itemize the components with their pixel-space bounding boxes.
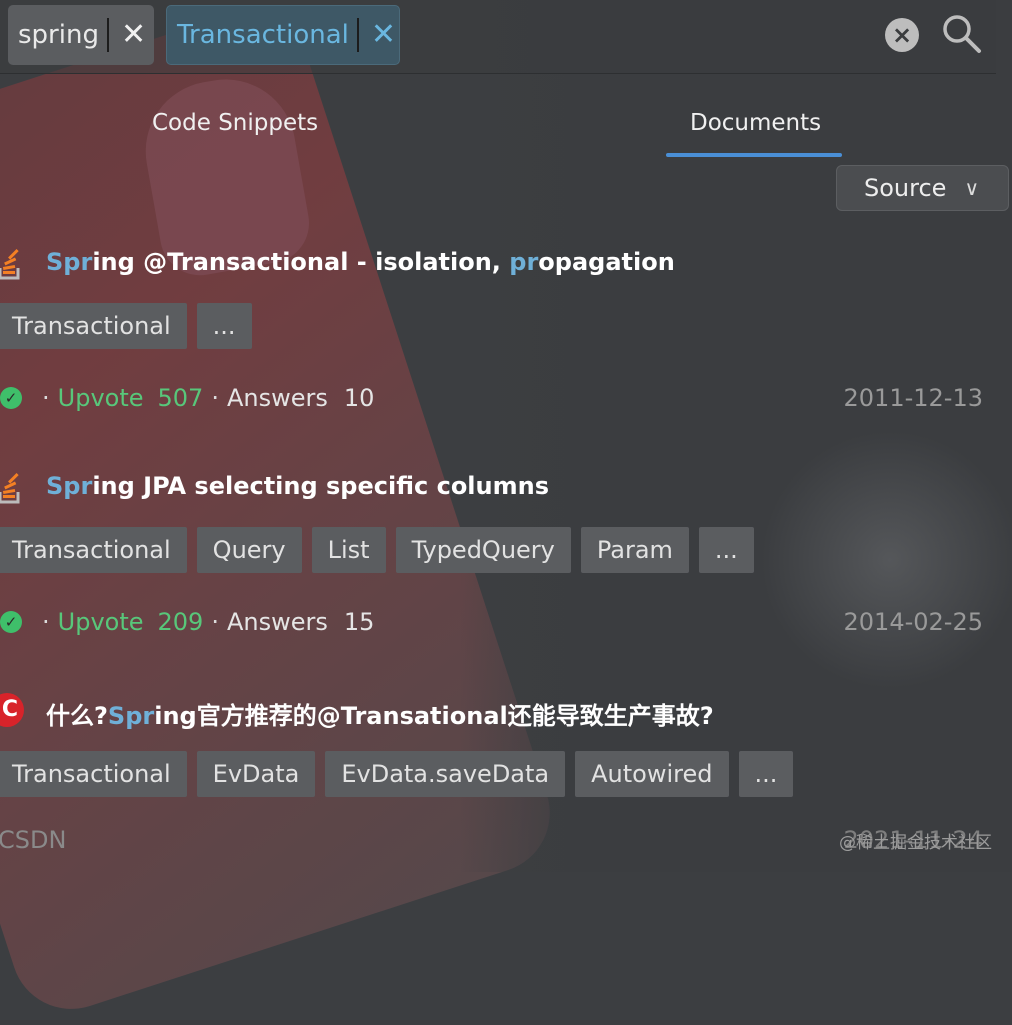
close-icon[interactable]: ✕ xyxy=(371,20,396,50)
title-text: ing官方推荐的@Transational还能导致生产事故? xyxy=(154,702,714,730)
tag-list: Transactional Query List TypedQuery Para… xyxy=(0,527,754,573)
answers-count: 15 xyxy=(343,608,375,636)
upvote-label: Upvote xyxy=(57,608,144,636)
tag[interactable]: List xyxy=(311,527,386,573)
upvote-label: Upvote xyxy=(57,384,144,412)
tag[interactable]: Query xyxy=(196,527,302,573)
close-icon[interactable]: ✕ xyxy=(121,20,146,50)
background-wallpaper xyxy=(0,0,566,1025)
tab-documents[interactable]: Documents xyxy=(690,110,821,136)
separator: · xyxy=(211,608,219,636)
tag[interactable]: Param xyxy=(580,527,689,573)
tag[interactable]: Autowired xyxy=(575,751,729,797)
tag[interactable]: Transactional xyxy=(0,751,187,797)
text-caret xyxy=(356,18,359,52)
tag-more[interactable]: ... xyxy=(196,303,252,349)
watermark: @稀土掘金技术社区 xyxy=(839,833,992,853)
answers-label: Answers xyxy=(226,608,328,636)
clear-search-icon[interactable]: × xyxy=(885,18,919,52)
text-caret xyxy=(106,18,109,52)
separator: · xyxy=(211,384,219,412)
title-highlight: pr xyxy=(509,248,539,276)
source-filter-dropdown[interactable]: Source ∨ xyxy=(836,165,1009,211)
title-highlight: Spr xyxy=(107,702,155,730)
title-text: ing JPA selecting specific columns xyxy=(92,472,549,500)
separator: · xyxy=(42,384,50,412)
tag[interactable]: TypedQuery xyxy=(395,527,571,573)
tag-more[interactable]: ... xyxy=(738,751,794,797)
tag[interactable]: EvData xyxy=(196,751,316,797)
result-date: 2011-12-13 xyxy=(843,384,983,412)
search-bar[interactable]: spring ✕ Transactional ✕ × xyxy=(0,0,996,74)
title-text: opagation xyxy=(538,248,675,276)
search-token-transactional[interactable]: Transactional ✕ xyxy=(166,5,400,65)
title-highlight: Spr xyxy=(46,248,93,276)
separator: · xyxy=(42,608,50,636)
result-meta: ✓ · Upvote 507 · Answers 10 xyxy=(0,384,374,412)
source-filter-label: Source xyxy=(864,174,947,202)
title-highlight: Spr xyxy=(46,472,93,500)
tag-list: Transactional ... xyxy=(0,303,252,349)
source-label: CSDN xyxy=(0,826,67,854)
result-date: 2014-02-25 xyxy=(843,608,983,636)
tag-more[interactable]: ... xyxy=(698,527,754,573)
upvote-count: 507 xyxy=(157,384,204,412)
result-meta: ✓ · Upvote 209 · Answers 15 xyxy=(0,608,374,636)
tag[interactable]: Transactional xyxy=(0,527,187,573)
tag[interactable]: Transactional xyxy=(0,303,187,349)
chevron-down-icon: ∨ xyxy=(964,176,980,200)
csdn-icon: C xyxy=(0,693,24,727)
search-icon[interactable] xyxy=(940,12,984,56)
title-text: 什么? xyxy=(46,702,108,730)
tag[interactable]: EvData.saveData xyxy=(325,751,566,797)
stackoverflow-icon xyxy=(0,249,20,280)
active-tab-indicator xyxy=(666,153,842,157)
result-title[interactable]: Spring JPA selecting specific columns xyxy=(46,472,549,500)
tag-list: Transactional EvData EvData.saveData Aut… xyxy=(0,751,794,797)
result-title[interactable]: Spring @Transactional - isolation, propa… xyxy=(46,248,675,276)
accepted-check-icon: ✓ xyxy=(0,387,22,409)
tab-code-snippets[interactable]: Code Snippets xyxy=(152,110,318,136)
search-token-label: spring xyxy=(18,20,99,50)
result-title[interactable]: 什么?Spring官方推荐的@Transational还能导致生产事故? xyxy=(46,696,714,731)
search-token-spring[interactable]: spring ✕ xyxy=(8,5,154,65)
background-glow xyxy=(760,430,1012,690)
title-text: ing @Transactional - isolation, xyxy=(92,248,510,276)
answers-count: 10 xyxy=(343,384,375,412)
search-token-label: Transactional xyxy=(177,20,349,50)
upvote-count: 209 xyxy=(157,608,204,636)
accepted-check-icon: ✓ xyxy=(0,611,22,633)
answers-label: Answers xyxy=(226,384,328,412)
stackoverflow-icon xyxy=(0,473,20,504)
